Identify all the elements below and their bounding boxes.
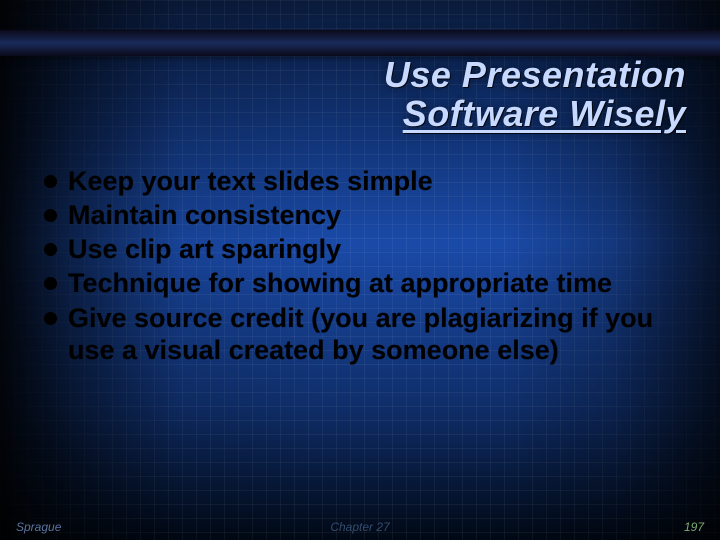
header-band xyxy=(0,30,720,56)
bullet-text: Keep your text slides simple xyxy=(68,166,433,196)
bullet-list: Keep your text slides simple Maintain co… xyxy=(38,165,672,366)
bullet-text: Technique for showing at appropriate tim… xyxy=(68,268,612,298)
slide: Use Presentation Software Wisely Keep yo… xyxy=(0,0,720,540)
footer-author: Sprague xyxy=(16,520,61,534)
list-item: Maintain consistency xyxy=(38,199,672,231)
footer-chapter: Chapter 27 xyxy=(330,520,389,534)
slide-body: Keep your text slides simple Maintain co… xyxy=(38,165,672,368)
list-item: Keep your text slides simple xyxy=(38,165,672,197)
list-item: Give source credit (you are plagiarizing… xyxy=(38,302,672,366)
title-line-1: Use Presentation xyxy=(384,54,686,95)
title-line-2: Software Wisely xyxy=(403,93,686,134)
list-item: Technique for showing at appropriate tim… xyxy=(38,267,672,299)
slide-title: Use Presentation Software Wisely xyxy=(260,56,686,134)
bullet-text: Use clip art sparingly xyxy=(68,234,341,264)
slide-footer: Sprague Chapter 27 197 xyxy=(0,520,720,534)
footer-page-number: 197 xyxy=(684,520,704,534)
list-item: Use clip art sparingly xyxy=(38,233,672,265)
bullet-text: Give source credit (you are plagiarizing… xyxy=(68,303,653,365)
bullet-text: Maintain consistency xyxy=(68,200,341,230)
